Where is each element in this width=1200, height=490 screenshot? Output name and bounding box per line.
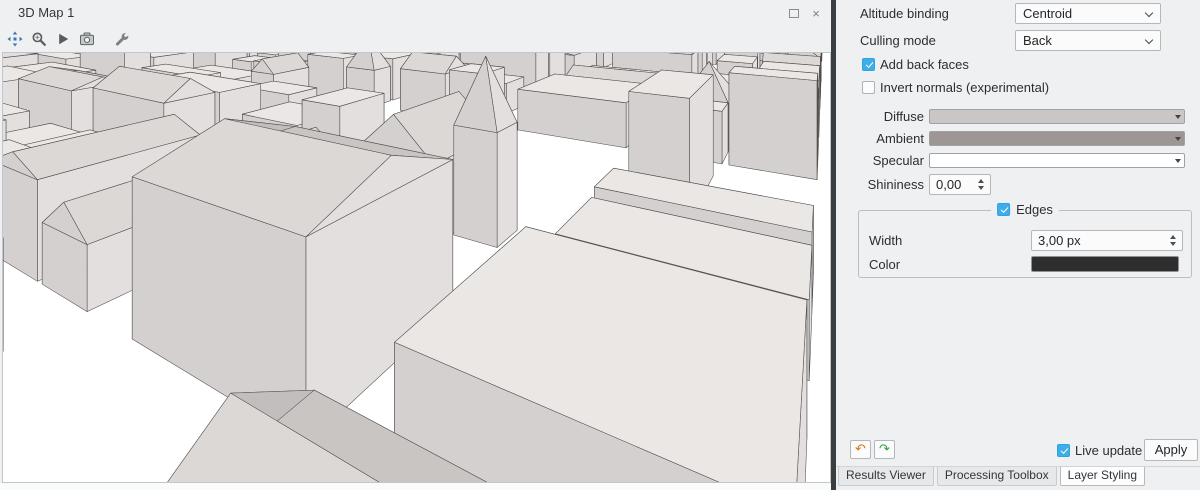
redo-icon: ↷ [879,441,890,456]
save-image-button[interactable] [77,29,96,48]
animations-play-icon [55,31,71,47]
animations-button[interactable] [53,29,72,48]
ambient-label: Ambient [836,131,924,146]
shininess-label: Shininess [836,177,924,192]
statusbar-strip [0,483,831,490]
configure-button[interactable] [112,29,131,48]
diffuse-color-button[interactable] [929,109,1185,124]
3d-map-dock: 3D Map 1 × [0,0,831,490]
edges-width-value: 3,00 px [1038,233,1081,248]
add-back-faces-label: Add back faces [880,57,969,72]
invert-normals-checkbox[interactable] [862,81,875,94]
culling-mode-combobox[interactable]: Back [1015,30,1161,51]
diffuse-label: Diffuse [836,109,924,124]
configure-icon [114,31,130,47]
close-panel-icon[interactable]: × [809,6,823,20]
edges-width-spinbox[interactable]: 3,00 px [1031,230,1183,251]
invert-normals-label: Invert normals (experimental) [880,80,1049,95]
altitude-binding-label: Altitude binding [860,6,949,21]
tab-results-viewer[interactable]: Results Viewer [838,467,934,486]
specular-color-button[interactable] [929,153,1185,168]
apply-button[interactable]: Apply [1144,439,1198,461]
save-image-icon [79,31,95,47]
3d-map-viewport[interactable] [2,52,831,483]
live-update-label: Live update [1075,443,1142,458]
specular-label: Specular [836,153,924,168]
edges-groupbox: Edges Width 3,00 px Color [858,210,1192,278]
zoom-full-button[interactable] [29,29,48,48]
altitude-binding-value: Centroid [1023,6,1072,21]
culling-mode-value: Back [1023,33,1052,48]
live-update-checkbox[interactable] [1057,444,1070,457]
edges-group-title: Edges [991,202,1059,217]
float-panel-icon[interactable] [787,6,801,20]
shininess-spinbox[interactable]: 0,00 [929,174,991,195]
ambient-color-button[interactable] [929,131,1185,146]
altitude-binding-combobox[interactable]: Centroid [1015,3,1161,24]
edges-title-label: Edges [1016,202,1053,217]
edges-checkbox[interactable] [997,203,1010,216]
add-back-faces-checkbox[interactable] [862,58,875,71]
undo-style-button[interactable]: ↶ [850,440,871,459]
dock-title: 3D Map 1 [18,5,74,20]
tab-processing-toolbox[interactable]: Processing Toolbox [937,467,1057,486]
layer-styling-panel: Altitude binding Centroid Culling mode B… [836,0,1200,490]
camera-control-icon [7,31,23,47]
tab-layer-styling[interactable]: Layer Styling [1060,467,1145,486]
zoom-full-icon [31,31,47,47]
edges-color-label: Color [869,257,900,272]
shininess-value: 0,00 [936,177,961,192]
camera-control-button[interactable] [5,29,24,48]
bottom-dock-tabbar: Results Viewer Processing Toolbox Layer … [836,466,1200,487]
float-glyph [789,9,799,18]
edges-color-button[interactable] [1031,256,1179,272]
undo-icon: ↶ [855,441,866,456]
culling-mode-label: Culling mode [860,33,936,48]
3d-map-canvas[interactable] [3,53,830,482]
3d-map-toolbar [5,29,131,48]
redo-style-button[interactable]: ↷ [874,440,895,459]
edges-width-label: Width [869,233,902,248]
